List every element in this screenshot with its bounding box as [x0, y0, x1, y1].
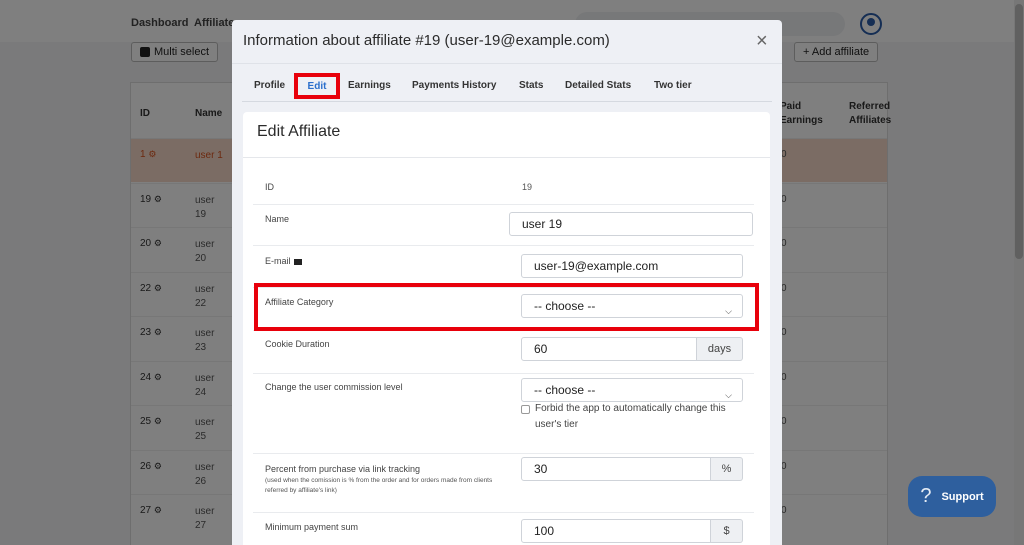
commission-level-label: Change the user commission level: [265, 382, 403, 392]
forbid-tier-change-checkbox[interactable]: [521, 405, 530, 414]
form-row-cookie-duration: Cookie Duration 60 days: [253, 331, 754, 374]
percent-label: Percent from purchase via link tracking …: [265, 464, 510, 496]
percent-input[interactable]: 30: [521, 457, 711, 481]
id-value: 19: [522, 182, 533, 192]
email-input[interactable]: user-19@example.com: [521, 254, 743, 278]
tab-stats[interactable]: Stats: [519, 75, 547, 101]
support-button[interactable]: ? Support: [908, 476, 996, 517]
panel-divider: [243, 157, 770, 158]
tab-profile[interactable]: Profile: [254, 75, 288, 101]
highlight-affiliate-category: [254, 283, 759, 331]
panel-title: Edit Affiliate: [257, 123, 341, 140]
tabs-divider: [242, 101, 772, 102]
form-row-id: ID 19: [253, 171, 754, 205]
id-label: ID: [265, 182, 274, 192]
percent-unit: %: [711, 457, 743, 481]
tab-earnings[interactable]: Earnings: [348, 75, 392, 101]
form-row-name: Name user 19: [253, 205, 754, 246]
minimum-payment-input[interactable]: 100: [521, 519, 711, 543]
minimum-payment-unit: $: [711, 519, 743, 543]
form-row-email: E-mail user-19@example.com: [253, 246, 754, 288]
envelope-icon: [293, 258, 302, 265]
help-icon: ?: [920, 485, 932, 507]
tab-detailed-stats[interactable]: Detailed Stats: [565, 75, 635, 101]
tab-two-tier[interactable]: Two tier: [654, 75, 698, 101]
name-label: Name: [265, 214, 290, 224]
modal-header: Information about affiliate #19 (user-19…: [232, 20, 782, 64]
minimum-payment-label: Minimum payment sum: [265, 522, 359, 532]
tab-edit[interactable]: Edit: [294, 73, 340, 99]
percent-note: (used when the comission is % from the o…: [265, 477, 493, 494]
form-row-minimum-payment: Minimum payment sum 100 $: [253, 513, 754, 545]
modal-title: Information about affiliate #19 (user-19…: [243, 32, 610, 49]
close-icon[interactable]: ×: [756, 31, 768, 51]
cookie-duration-input[interactable]: 60: [521, 337, 697, 361]
name-input[interactable]: user 19: [509, 212, 753, 236]
cookie-duration-unit: days: [697, 337, 743, 361]
form-row-percent: Percent from purchase via link tracking …: [253, 454, 754, 513]
forbid-tier-change-label: Forbid the app to automatically change t…: [535, 403, 726, 430]
email-label: E-mail: [265, 256, 302, 266]
cookie-duration-label: Cookie Duration: [265, 339, 330, 349]
commission-level-select[interactable]: -- choose -- ⌵: [521, 378, 743, 402]
form-row-commission-level: Change the user commission level -- choo…: [253, 374, 754, 454]
tab-payments-history[interactable]: Payments History: [412, 75, 502, 101]
